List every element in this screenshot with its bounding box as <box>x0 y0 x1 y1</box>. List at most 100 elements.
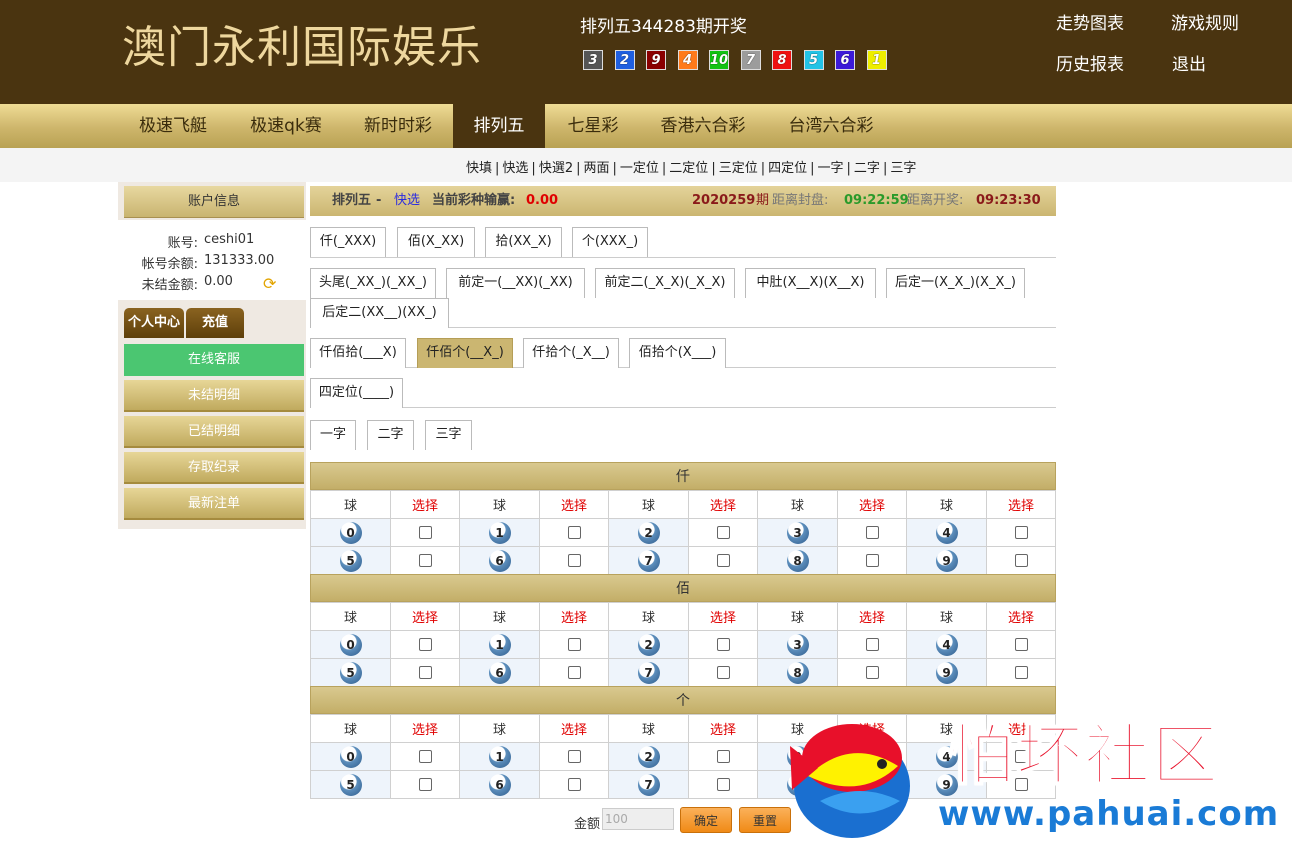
bet-section: 个球选择球选择球选择球选择球选择 0 1 2 3 4 5 6 7 8 9 <box>310 686 1056 799</box>
select-checkbox[interactable] <box>567 526 581 539</box>
nav-item-qixingcai[interactable]: 七星彩 <box>545 104 641 148</box>
close-countdown: 09:22:59 <box>844 193 909 208</box>
tab-qian[interactable]: 仟(_XXX) <box>310 227 386 257</box>
amount-input[interactable]: 100 <box>602 808 674 830</box>
tab-four-position[interactable]: 四定位(____) <box>310 378 403 408</box>
settled-detail-button[interactable]: 已结明细 <box>124 416 304 448</box>
trend-chart-link[interactable]: 走势图表 <box>1056 9 1124 34</box>
tab-bai-shi-ge[interactable]: 佰拾个(X___) <box>629 338 726 368</box>
col-select-header: 选择 <box>986 714 1056 743</box>
period-unit: 期 <box>756 193 770 208</box>
select-checkbox[interactable] <box>1014 638 1028 651</box>
select-checkbox[interactable] <box>716 666 730 679</box>
select-checkbox[interactable] <box>1014 554 1028 567</box>
subnav-link[interactable]: 二字 <box>854 161 880 176</box>
select-checkbox[interactable] <box>716 638 730 651</box>
select-checkbox[interactable] <box>418 526 432 539</box>
recharge-button[interactable]: 充值 <box>186 308 244 338</box>
number-ball: 5 <box>339 773 362 796</box>
tab-qian-bai-shi[interactable]: 仟佰拾(___X) <box>310 338 406 368</box>
select-checkbox[interactable] <box>1014 526 1028 539</box>
reset-button[interactable]: 重置 <box>739 807 791 833</box>
confirm-button[interactable]: 确定 <box>680 807 732 833</box>
nav-item-tw-mark-six[interactable]: 台湾六合彩 <box>773 104 889 148</box>
number-ball: 9 <box>935 773 958 796</box>
tab-qian-shi-ge[interactable]: 仟拾个(_X__) <box>523 338 619 368</box>
tab-three-digit[interactable]: 三字 <box>425 420 472 450</box>
close-label: 距离封盘: <box>772 193 829 208</box>
col-select-header: 选择 <box>837 714 907 743</box>
select-checkbox[interactable] <box>418 638 432 651</box>
nav-item-speed-boat[interactable]: 极速飞艇 <box>118 104 228 148</box>
select-checkbox[interactable] <box>716 554 730 567</box>
history-report-link[interactable]: 历史报表 <box>1056 50 1124 75</box>
game-rules-link[interactable]: 游戏规则 <box>1171 9 1239 34</box>
select-checkbox[interactable] <box>567 638 581 651</box>
nav-item-speed-qk[interactable]: 极速qk赛 <box>230 104 342 148</box>
tab-bai[interactable]: 佰(X_XX) <box>397 227 475 257</box>
nav-item-pailie5[interactable]: 排列五 <box>453 104 545 148</box>
draw-ball: 3 <box>583 50 603 70</box>
tab-front-two[interactable]: 前定二(_X_X)(_X_X) <box>595 268 735 298</box>
tab-back-one[interactable]: 后定一(X_X_)(X_X_) <box>886 268 1025 298</box>
select-checkbox[interactable] <box>567 750 581 763</box>
select-checkbox[interactable] <box>418 750 432 763</box>
tab-head-tail[interactable]: 头尾(_XX_)(_XX_) <box>310 268 436 298</box>
subnav-link[interactable]: 三字 <box>890 161 916 176</box>
select-checkbox[interactable] <box>865 526 879 539</box>
select-checkbox[interactable] <box>716 778 730 791</box>
select-checkbox[interactable] <box>567 554 581 567</box>
tab-shi[interactable]: 拾(XX_X) <box>485 227 562 257</box>
nav-item-hk-mark-six[interactable]: 香港六合彩 <box>645 104 761 148</box>
draw-ball: 9 <box>646 50 666 70</box>
select-checkbox[interactable] <box>865 778 879 791</box>
tab-ge[interactable]: 个(XXX_) <box>572 227 648 257</box>
nav-item-new-ssc[interactable]: 新时时彩 <box>342 104 454 148</box>
select-checkbox[interactable] <box>716 526 730 539</box>
tab-middle[interactable]: 中肚(X__X)(X__X) <box>745 268 876 298</box>
select-checkbox[interactable] <box>418 554 432 567</box>
tab-qian-bai-ge[interactable]: 仟佰个(__X_) <box>417 338 513 368</box>
select-checkbox[interactable] <box>1014 778 1028 791</box>
select-checkbox[interactable] <box>1014 666 1028 679</box>
select-checkbox[interactable] <box>865 638 879 651</box>
logout-link[interactable]: 退出 <box>1172 50 1206 75</box>
subnav-link[interactable]: 一定位 <box>620 161 659 176</box>
select-cell <box>986 546 1056 575</box>
number-ball: 6 <box>488 661 511 684</box>
tab-back-two[interactable]: 后定二(XX__)(XX_) <box>310 298 449 328</box>
unsettled-detail-button[interactable]: 未结明细 <box>124 380 304 412</box>
subnav-link[interactable]: 三定位 <box>719 161 758 176</box>
select-checkbox[interactable] <box>418 778 432 791</box>
select-cell <box>837 658 907 687</box>
select-checkbox[interactable] <box>1014 750 1028 763</box>
subnav-link[interactable]: 四定位 <box>768 161 807 176</box>
tab-front-one[interactable]: 前定一(__XX)(_XX) <box>446 268 585 298</box>
select-checkbox[interactable] <box>418 666 432 679</box>
subnav-link[interactable]: 快填 <box>466 161 492 176</box>
select-checkbox[interactable] <box>865 750 879 763</box>
select-cell <box>539 630 609 659</box>
select-checkbox[interactable] <box>865 554 879 567</box>
tab-one-digit[interactable]: 一字 <box>310 420 356 450</box>
online-service-button[interactable]: 在线客服 <box>124 344 304 376</box>
subnav-link[interactable]: 两面 <box>583 161 609 176</box>
subnav-link[interactable]: 一字 <box>818 161 844 176</box>
transaction-record-button[interactable]: 存取纪录 <box>124 452 304 484</box>
latest-bets-button[interactable]: 最新注单 <box>124 488 304 520</box>
tab-two-digit[interactable]: 二字 <box>367 420 414 450</box>
select-checkbox[interactable] <box>567 666 581 679</box>
refresh-icon[interactable]: ⟳ <box>263 276 279 292</box>
ball-cell: 8 <box>757 546 838 575</box>
subnav-link[interactable]: 二定位 <box>669 161 708 176</box>
select-checkbox[interactable] <box>865 666 879 679</box>
select-checkbox[interactable] <box>567 778 581 791</box>
ball-cell: 9 <box>906 770 987 799</box>
subnav-link[interactable]: 快选 <box>502 161 528 176</box>
ball-cell: 7 <box>608 770 689 799</box>
draw-ball: 8 <box>772 50 792 70</box>
select-cell <box>688 518 758 547</box>
select-checkbox[interactable] <box>716 750 730 763</box>
subnav-link[interactable]: 快選2 <box>539 161 573 176</box>
personal-center-button[interactable]: 个人中心 <box>124 308 184 338</box>
